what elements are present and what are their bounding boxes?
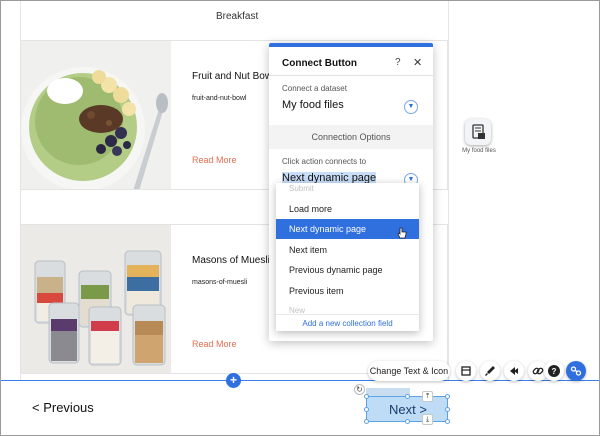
screenshot-border [0,0,600,436]
